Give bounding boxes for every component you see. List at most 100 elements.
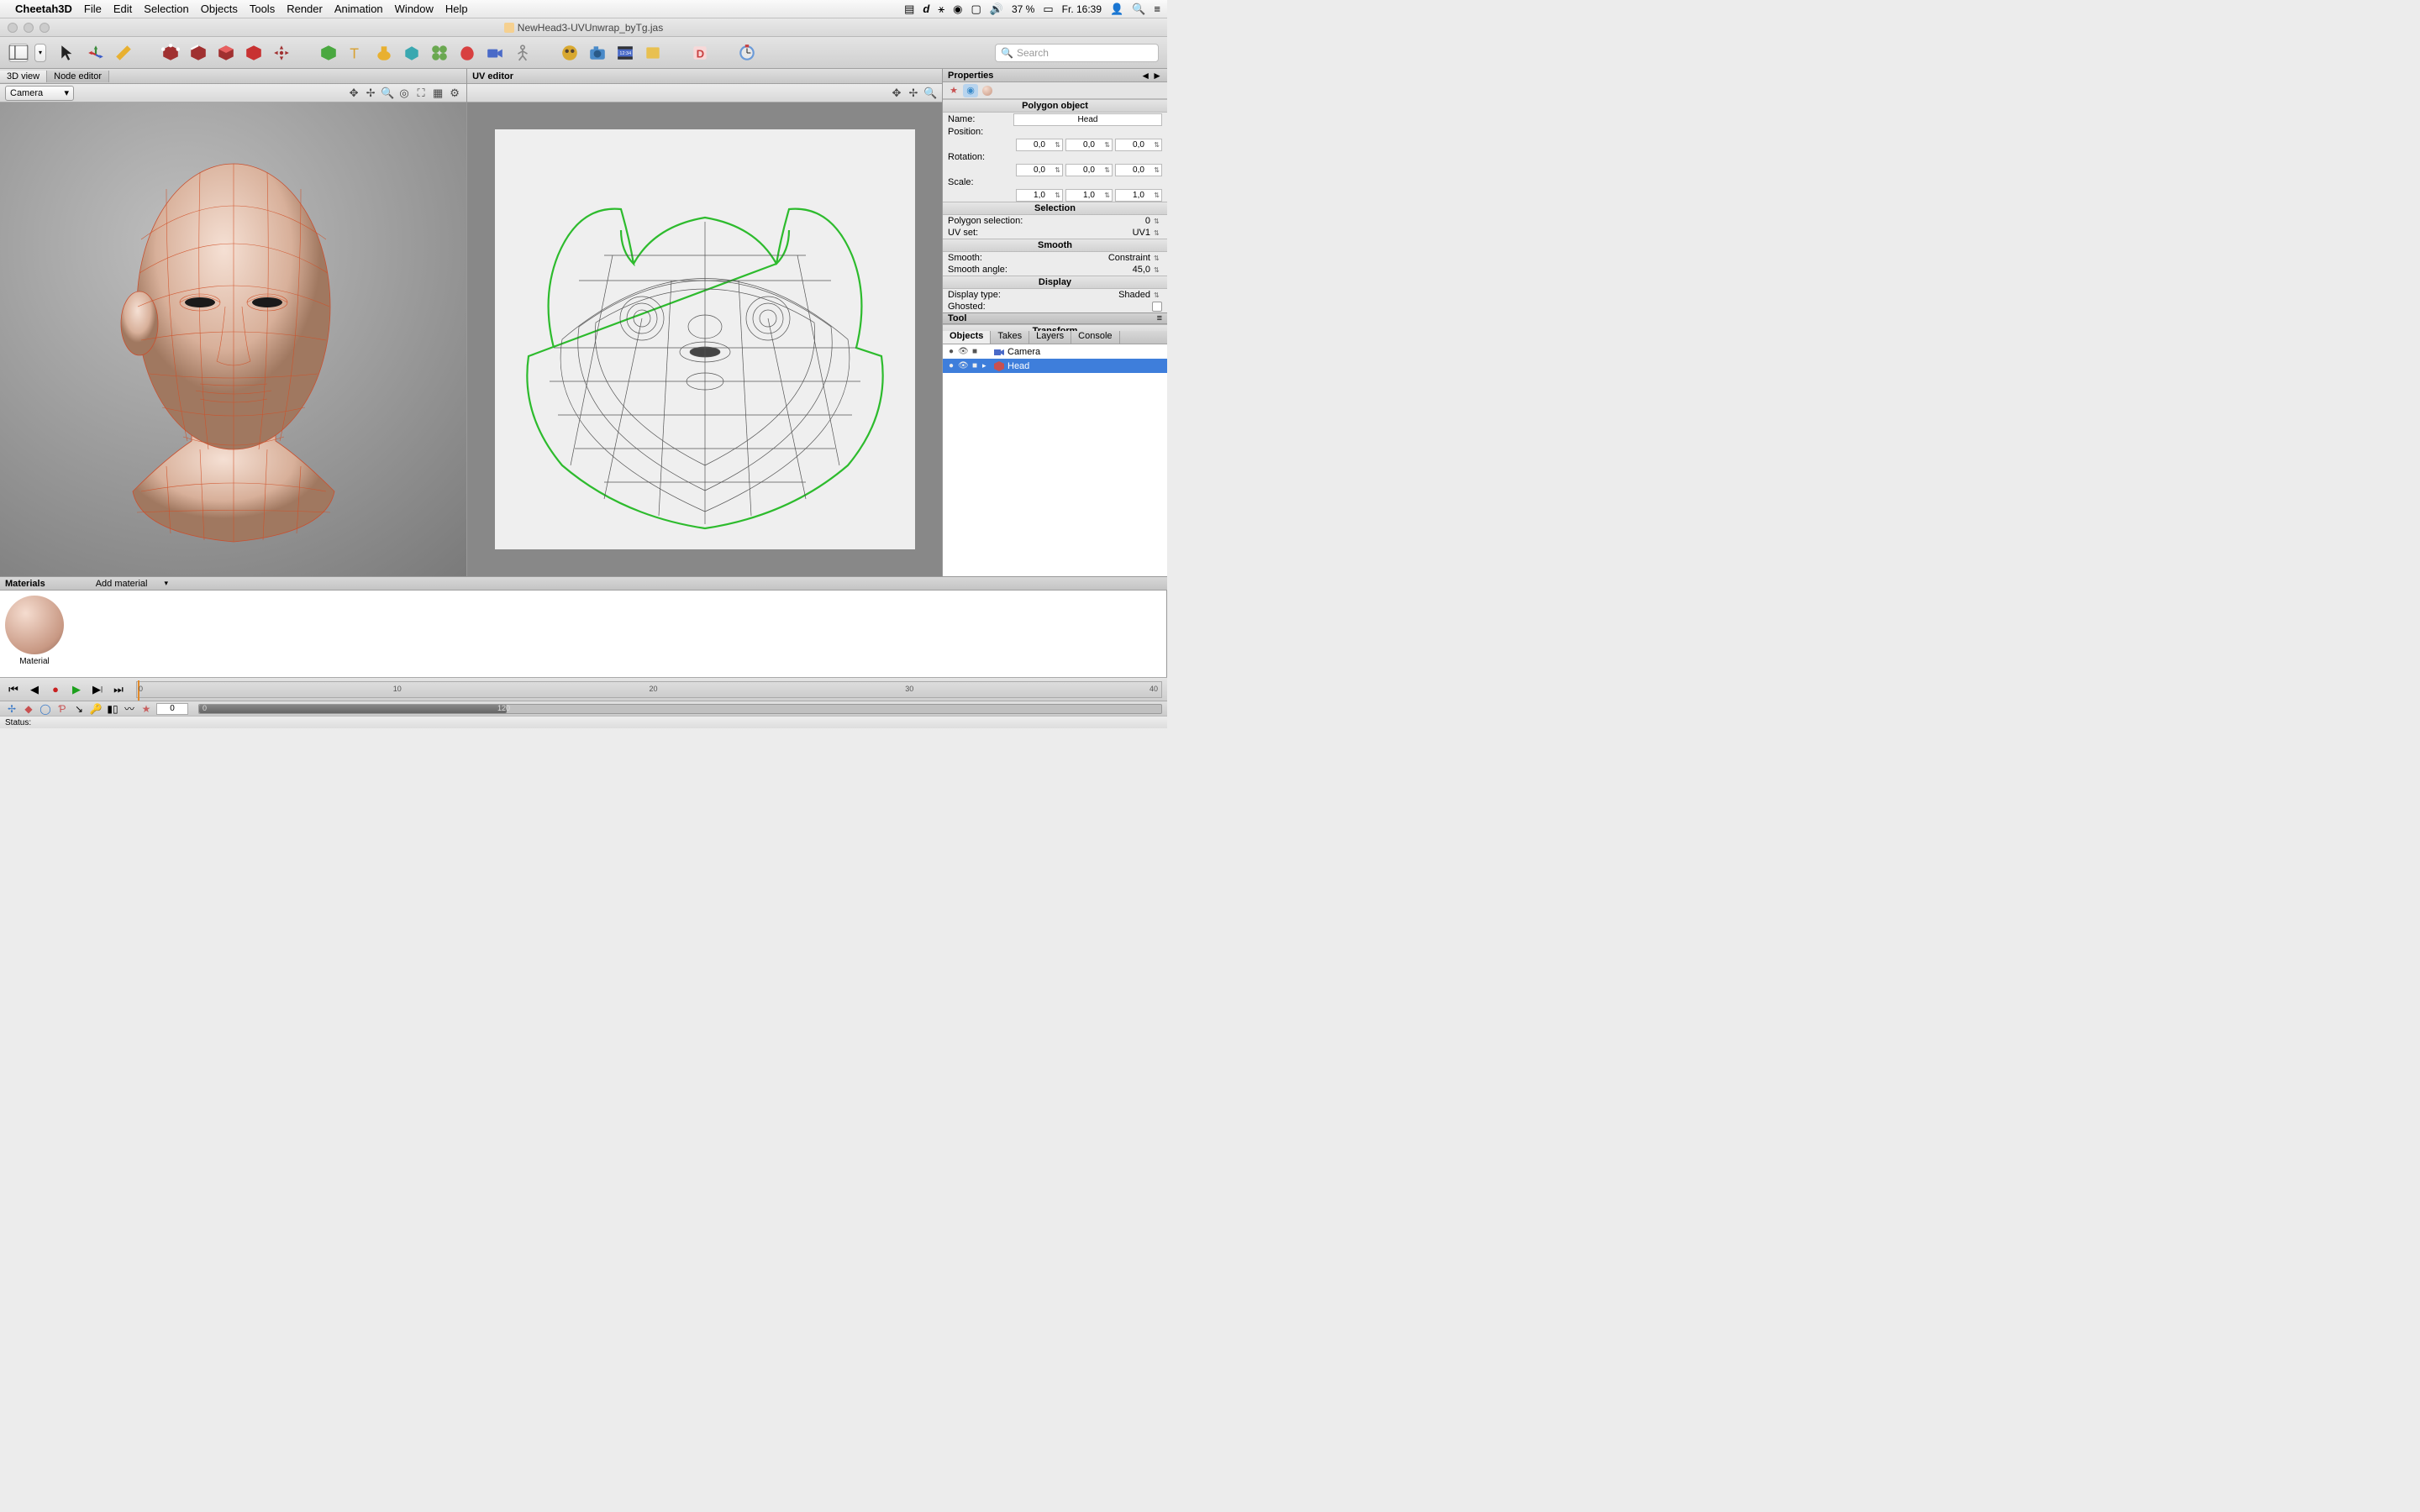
pivot-mode-icon[interactable] <box>269 40 294 66</box>
play-icon[interactable]: ▶ <box>68 682 85 697</box>
menu-selection[interactable]: Selection <box>144 3 188 15</box>
app-name[interactable]: Cheetah3D <box>15 3 72 15</box>
add-material-dropdown[interactable]: Add material▾ <box>96 579 168 589</box>
stepper-icon[interactable]: ⇅ <box>1154 266 1162 274</box>
add-primitive-icon[interactable] <box>371 40 397 66</box>
add-tag-icon[interactable] <box>455 40 480 66</box>
material-tab-icon[interactable] <box>980 84 995 97</box>
render-manager-icon[interactable] <box>640 40 666 66</box>
traffic-lights[interactable] <box>8 23 50 33</box>
tool-menu-icon[interactable]: ≡ <box>1157 313 1162 323</box>
camera-dropdown[interactable]: Camera▾ <box>5 86 74 101</box>
circle-key-icon[interactable]: ◯ <box>39 703 52 715</box>
link-icon[interactable]: ↘ <box>72 703 86 715</box>
name-field[interactable]: Head <box>1013 113 1162 126</box>
pos-z-field[interactable]: 0,0 <box>1115 139 1162 151</box>
volume-icon[interactable]: 🔊 <box>990 3 1003 16</box>
goto-end-icon[interactable]: ⏭ <box>110 682 127 697</box>
stepper-icon[interactable]: ⇅ <box>1154 229 1162 237</box>
record-icon[interactable]: ● <box>47 682 64 697</box>
pos-y-field[interactable]: 0,0 <box>1065 139 1113 151</box>
menu-objects[interactable]: Objects <box>201 3 238 15</box>
ruler-tool-icon[interactable] <box>111 40 136 66</box>
zoom-icon[interactable]: 🔍 <box>381 87 394 100</box>
scale-z-field[interactable]: 1,0 <box>1115 189 1162 202</box>
preferences-icon[interactable] <box>734 40 760 66</box>
tab-3dview[interactable]: 3D view <box>0 71 47 82</box>
dropdown-icon[interactable]: ⇅ <box>1154 255 1162 262</box>
wifi-icon[interactable]: ◉ <box>953 3 962 16</box>
maximize-icon[interactable]: ⛶ <box>414 87 428 100</box>
tab-takes[interactable]: Takes <box>991 331 1029 344</box>
airplay-icon[interactable]: ▢ <box>971 3 981 16</box>
menu-animation[interactable]: Animation <box>334 3 383 15</box>
goto-start-icon[interactable]: ⏮ <box>5 682 22 697</box>
key2-icon[interactable]: 🔑 <box>89 703 103 715</box>
menubar-icon[interactable]: ▤ <box>904 3 914 16</box>
spotlight-icon[interactable]: 🔍 <box>1132 3 1145 16</box>
zoom-slider[interactable]: 0 120 <box>198 704 1162 714</box>
zoom-thumb[interactable] <box>199 705 507 713</box>
object-list[interactable]: ●👁■ Camera ●👁■ ▸ Head <box>943 344 1167 576</box>
dot-icon[interactable]: ● <box>946 361 956 370</box>
object-row-head[interactable]: ●👁■ ▸ Head <box>943 359 1167 373</box>
ghosted-checkbox[interactable] <box>1152 302 1162 312</box>
wave-icon[interactable]: 〰 <box>123 701 136 716</box>
add-particle-icon[interactable] <box>399 40 424 66</box>
pan-icon[interactable]: ✢ <box>364 87 377 100</box>
render-icon[interactable] <box>557 40 582 66</box>
battery-icon[interactable]: ▭ <box>1043 3 1053 16</box>
prev-key-icon[interactable]: ◀ <box>26 682 43 697</box>
menu-icon[interactable]: ≡ <box>1154 3 1160 15</box>
add-camera-icon[interactable] <box>482 40 508 66</box>
point-mode-icon[interactable] <box>158 40 183 66</box>
graph-icon[interactable]: ▮▯ <box>106 703 119 715</box>
rot-y-field[interactable]: 0,0 <box>1065 164 1113 176</box>
menu-tools[interactable]: Tools <box>250 3 275 15</box>
move-key-icon[interactable]: ✢ <box>5 703 18 715</box>
sidebar-toggle-button[interactable] <box>8 44 29 62</box>
next-icon[interactable]: ► <box>1152 70 1162 81</box>
battery-text[interactable]: 37 % <box>1012 3 1034 15</box>
frame-field[interactable] <box>156 703 188 715</box>
search-input[interactable]: 🔍Search <box>995 44 1159 62</box>
material-item[interactable]: Material <box>5 596 64 672</box>
add-spline-icon[interactable]: T <box>344 40 369 66</box>
transform-tool-icon[interactable] <box>83 40 108 66</box>
render-camera-icon[interactable] <box>585 40 610 66</box>
add-polygon-icon[interactable] <box>316 40 341 66</box>
key-icon[interactable]: ◆ <box>22 703 35 715</box>
tab-layers[interactable]: Layers <box>1029 331 1071 344</box>
scale-y-field[interactable]: 1,0 <box>1065 189 1113 202</box>
clock[interactable]: Fr. 16:39 <box>1062 3 1102 15</box>
tab-objects[interactable]: Objects <box>943 331 991 344</box>
menu-file[interactable]: File <box>84 3 102 15</box>
dot-icon[interactable]: ● <box>946 347 956 356</box>
layout-dropdown[interactable]: ▾ <box>34 44 46 62</box>
polygon-mode-icon[interactable] <box>213 40 239 66</box>
prev-icon[interactable]: ◄ <box>1140 70 1150 81</box>
stepper-icon[interactable]: ⇅ <box>1154 218 1162 225</box>
rot-x-field[interactable]: 0,0 <box>1016 164 1063 176</box>
dropdown-icon[interactable]: ⇅ <box>1154 291 1162 299</box>
tab-nodeeditor[interactable]: Node editor <box>47 71 109 82</box>
settings-icon[interactable]: ⚙ <box>448 87 461 100</box>
menu-help[interactable]: Help <box>445 3 468 15</box>
menu-window[interactable]: Window <box>395 3 434 15</box>
cam-icon[interactable]: ■ <box>970 347 980 356</box>
object-row-camera[interactable]: ●👁■ Camera <box>943 344 1167 359</box>
orbit-icon[interactable]: ✥ <box>890 87 903 100</box>
cam-icon[interactable]: ■ <box>970 361 980 370</box>
uv-viewport[interactable] <box>467 102 942 576</box>
object-mode-icon[interactable] <box>241 40 266 66</box>
timeline-track[interactable]: 0 10 20 30 40 <box>136 681 1162 698</box>
pointer-tool-icon[interactable] <box>55 40 81 66</box>
disclosure-icon[interactable]: ▸ <box>982 361 991 370</box>
menubar-icon[interactable]: d <box>923 3 929 15</box>
zoom-icon[interactable]: 🔍 <box>923 87 937 100</box>
edge-mode-icon[interactable] <box>186 40 211 66</box>
user-icon[interactable]: 👤 <box>1110 3 1123 16</box>
eye-icon[interactable]: 👁 <box>958 347 968 356</box>
curve-icon[interactable]: Ƥ <box>55 703 69 715</box>
star-tab-icon[interactable]: ★ <box>946 84 961 97</box>
